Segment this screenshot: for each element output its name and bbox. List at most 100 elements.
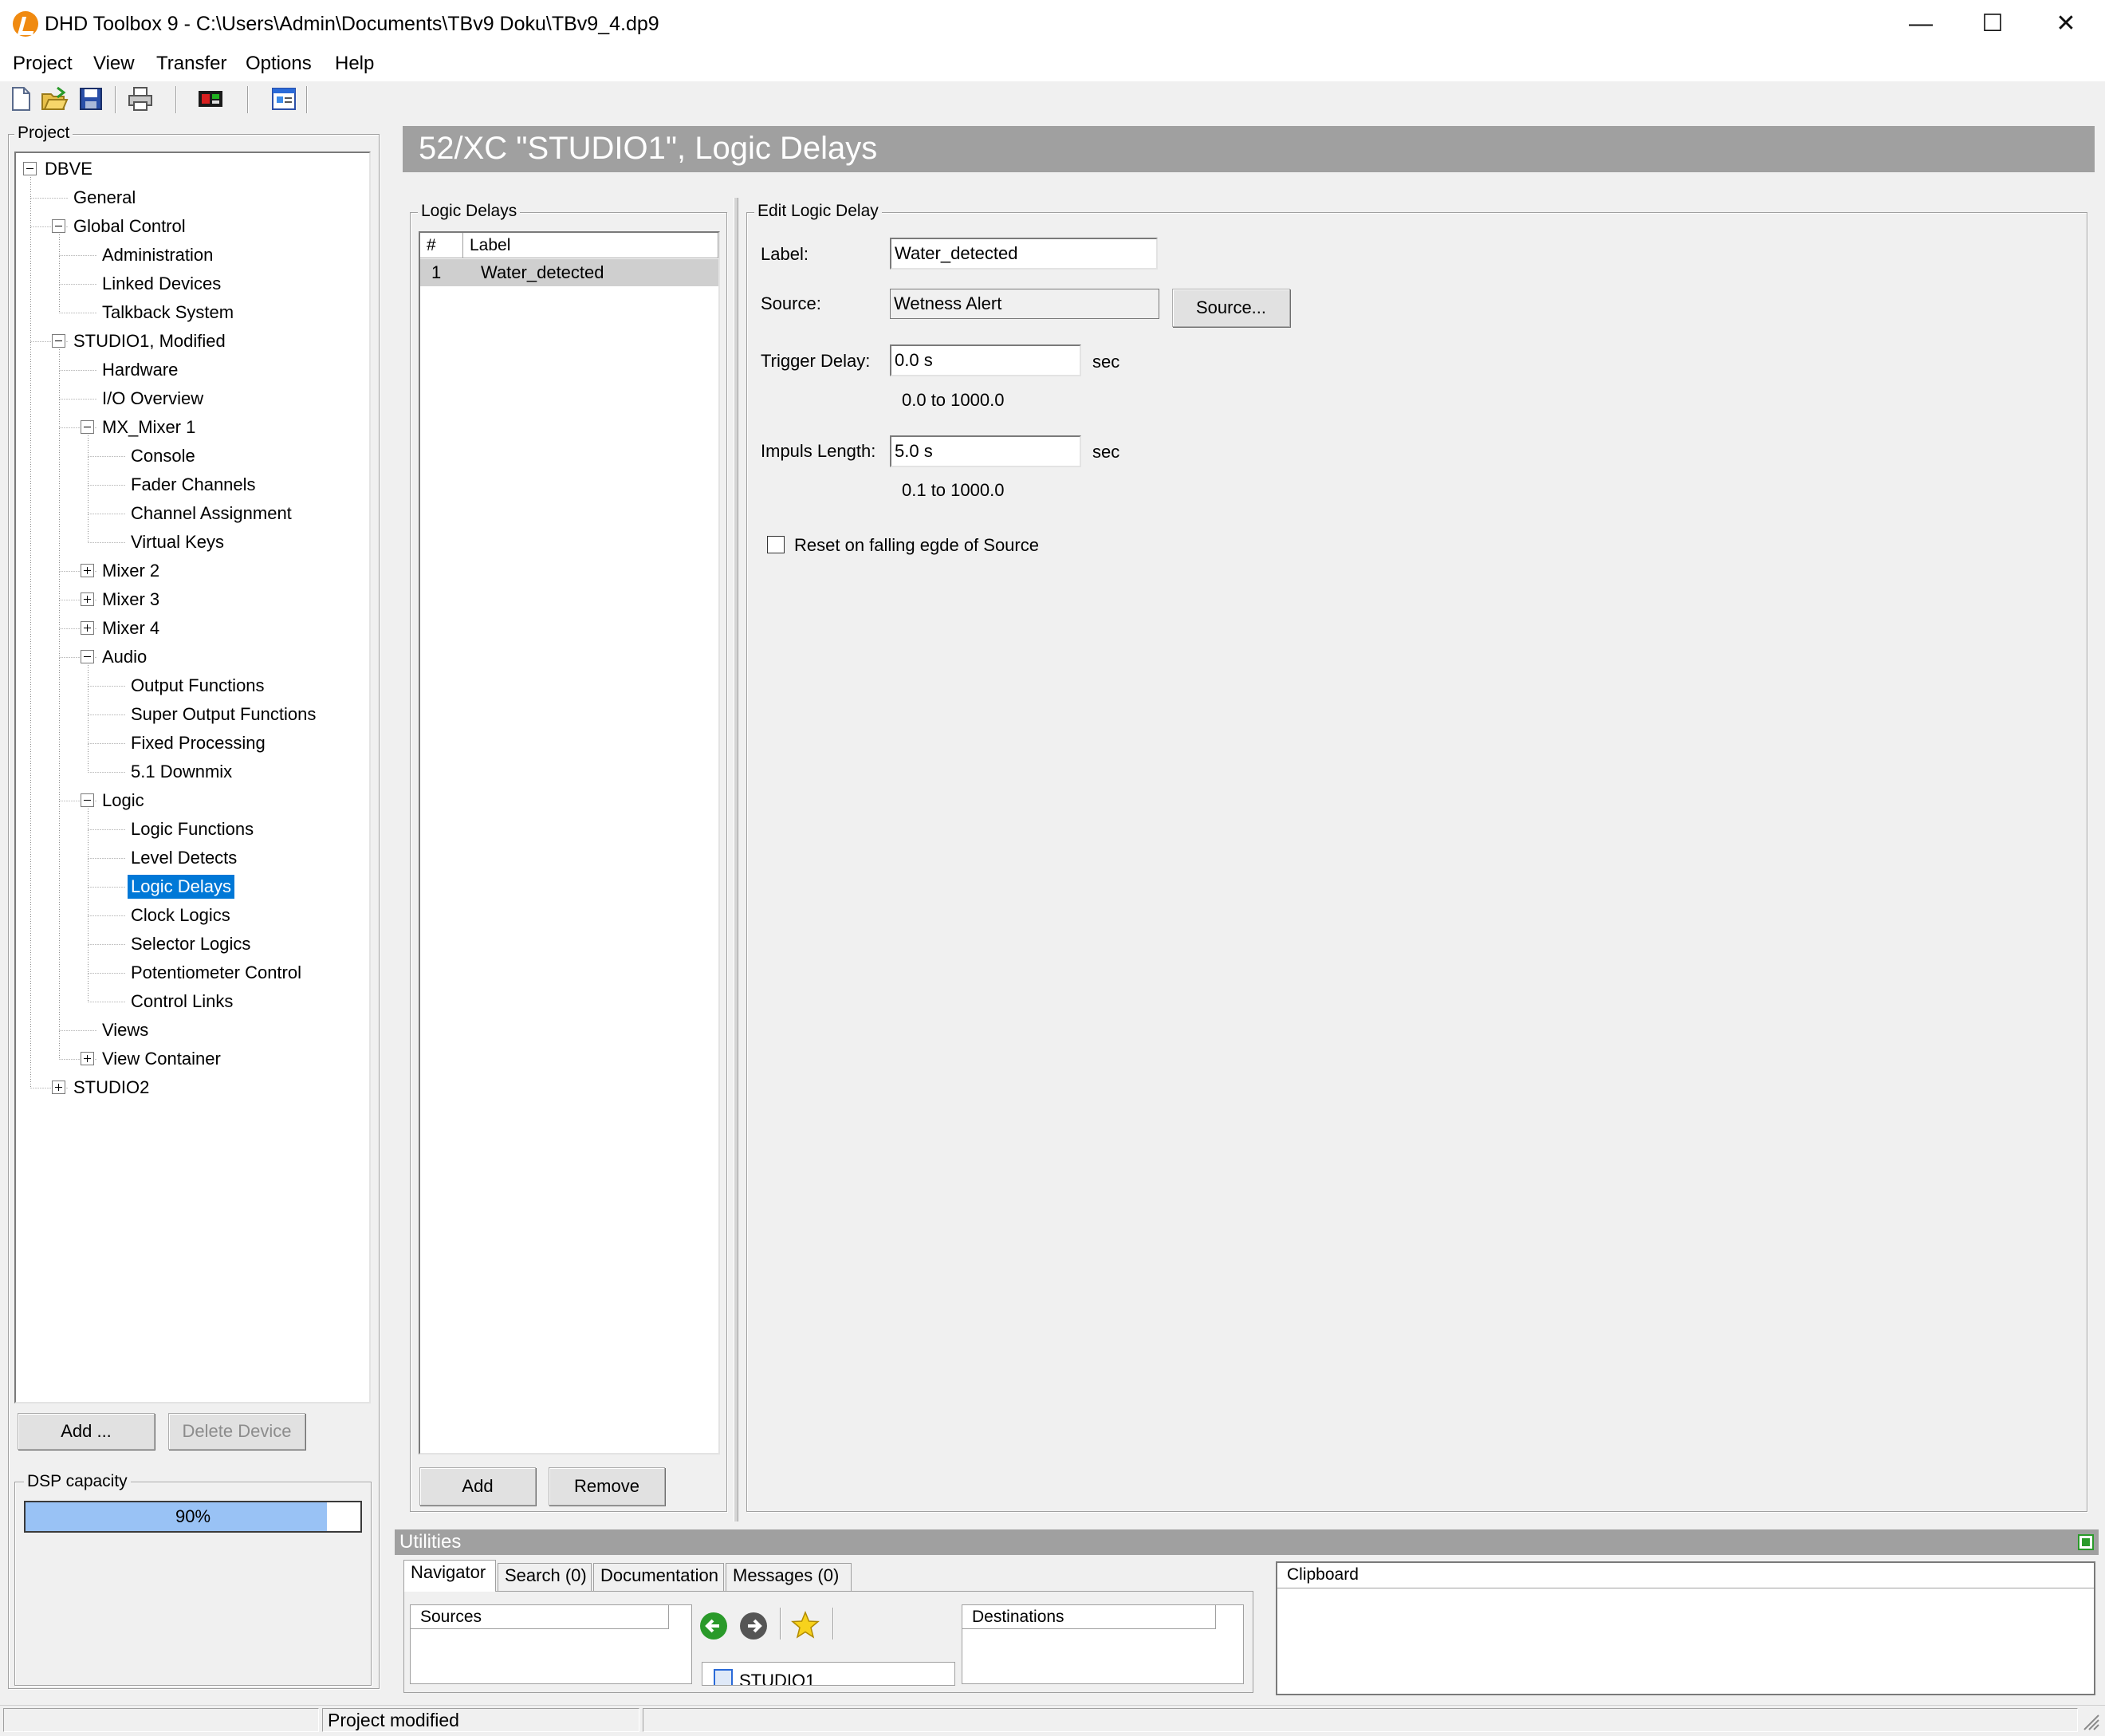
save-icon[interactable] [77, 85, 105, 113]
sources-header[interactable]: Sources [411, 1605, 669, 1629]
status-message: Project modified [322, 1708, 639, 1732]
tab-navigator[interactable]: Navigator [403, 1560, 496, 1592]
tree-item-control-links[interactable]: Control Links [128, 990, 236, 1014]
edit-logic-delay-group-label: Edit Logic Delay [754, 202, 882, 221]
tree-item-mixer-4[interactable]: Mixer 4 [99, 616, 163, 640]
tree-item-5-1-downmix[interactable]: 5.1 Downmix [128, 760, 235, 784]
panel-splitter[interactable] [734, 198, 738, 1521]
tree-item-general[interactable]: General [70, 186, 139, 210]
impulse-length-input[interactable]: 5.0 s [890, 435, 1081, 467]
tree-item-channel-assignment[interactable]: Channel Assignment [128, 502, 295, 526]
tree-item-fader-channels[interactable]: Fader Channels [128, 473, 259, 497]
tree-item-clock-logics[interactable]: Clock Logics [128, 903, 234, 927]
source-button[interactable]: Source... [1172, 289, 1290, 327]
tree-item-studio1-modified[interactable]: STUDIO1, Modified [70, 329, 229, 353]
remove-logic-delay-button[interactable]: Remove [549, 1467, 665, 1506]
menu-project[interactable]: Project [6, 53, 79, 75]
navigator-path-box[interactable]: STUDIO1 [702, 1662, 955, 1686]
tree-item-dbve[interactable]: DBVE [41, 157, 96, 181]
column-label-header[interactable]: Label [463, 233, 718, 258]
tree-item-linked-devices[interactable]: Linked Devices [99, 272, 224, 296]
logic-delays-list[interactable]: # Label 1 Water_detected [419, 231, 720, 1455]
collapse-icon[interactable] [52, 219, 65, 233]
minimize-button[interactable]: — [1885, 0, 1957, 49]
expand-icon[interactable] [81, 621, 94, 635]
tree-item-views[interactable]: Views [99, 1018, 151, 1042]
collapse-icon[interactable] [81, 793, 94, 807]
open-folder-icon[interactable] [40, 85, 69, 113]
resize-grip-icon[interactable] [2079, 1710, 2100, 1731]
collapse-icon[interactable] [81, 420, 94, 434]
menu-transfer[interactable]: Transfer [150, 53, 233, 75]
utilities-dock-icon[interactable] [2078, 1534, 2094, 1550]
tree-item-potentiometer-control[interactable]: Potentiometer Control [128, 961, 305, 985]
tab-messages[interactable]: Messages (0) [726, 1563, 852, 1592]
tab-search[interactable]: Search (0) [498, 1563, 592, 1592]
new-file-icon[interactable] [6, 85, 35, 113]
title-bar: DHD Toolbox 9 - C:\Users\Admin\Documents… [0, 0, 2105, 49]
destinations-list[interactable]: Destinations [962, 1604, 1244, 1684]
source-field: Wetness Alert [890, 289, 1159, 319]
tab-documentation[interactable]: Documentation [593, 1563, 724, 1592]
tree-item-audio[interactable]: Audio [99, 645, 150, 669]
tree-item-hardware[interactable]: Hardware [99, 358, 181, 382]
tree-item-studio2[interactable]: STUDIO2 [70, 1076, 152, 1100]
expand-icon[interactable] [81, 564, 94, 577]
tree-item-view-container[interactable]: View Container [99, 1047, 224, 1071]
maximize-button[interactable]: ☐ [1957, 0, 2028, 49]
close-button[interactable]: ✕ [2030, 0, 2102, 49]
impulse-length-unit: sec [1092, 442, 1120, 462]
device-icon[interactable] [196, 85, 225, 113]
window-title: DHD Toolbox 9 - C:\Users\Admin\Documents… [45, 13, 659, 35]
properties-icon[interactable] [270, 85, 298, 113]
tree-item-talkback-system[interactable]: Talkback System [99, 301, 237, 325]
expand-icon[interactable] [81, 1052, 94, 1065]
dsp-capacity-bar: 90% [24, 1501, 362, 1533]
reset-falling-edge-checkbox[interactable] [767, 536, 785, 553]
collapse-icon[interactable] [81, 650, 94, 663]
favorite-star-icon[interactable] [791, 1611, 820, 1640]
back-arrow-icon[interactable] [700, 1612, 727, 1640]
tree-item-selector-logics[interactable]: Selector Logics [128, 932, 254, 956]
tree-item-level-detects[interactable]: Level Detects [128, 846, 240, 870]
add-device-button[interactable]: Add ... [18, 1413, 155, 1450]
column-number-header[interactable]: # [420, 233, 463, 258]
expand-icon[interactable] [81, 592, 94, 606]
menu-help[interactable]: Help [329, 53, 380, 75]
add-logic-delay-button[interactable]: Add [419, 1467, 536, 1506]
tree-item-logic[interactable]: Logic [99, 789, 148, 813]
tree-item-fixed-processing[interactable]: Fixed Processing [128, 731, 269, 755]
collapse-icon[interactable] [52, 334, 65, 348]
trigger-delay-range: 0.0 to 1000.0 [902, 390, 1005, 410]
tree-item-mixer-3[interactable]: Mixer 3 [99, 588, 163, 612]
tree-item-i-o-overview[interactable]: I/O Overview [99, 387, 207, 411]
tree-item-global-control[interactable]: Global Control [70, 215, 189, 238]
tree-item-administration[interactable]: Administration [99, 243, 216, 267]
clipboard-header: Clipboard [1277, 1563, 2094, 1588]
print-icon[interactable] [126, 85, 155, 113]
tree-item-mx-mixer-1[interactable]: MX_Mixer 1 [99, 415, 199, 439]
clipboard-panel[interactable]: Clipboard [1276, 1561, 2095, 1695]
expand-icon[interactable] [52, 1081, 65, 1094]
menu-bar: Project View Transfer Options Help [0, 49, 2105, 81]
forward-arrow-icon[interactable] [740, 1612, 767, 1640]
tree-item-output-functions[interactable]: Output Functions [128, 674, 268, 698]
label-input[interactable]: Water_detected [890, 238, 1158, 270]
list-row[interactable]: 1 Water_detected [420, 259, 718, 286]
tree-item-super-output-functions[interactable]: Super Output Functions [128, 703, 319, 726]
menu-view[interactable]: View [87, 53, 141, 75]
tree-item-mixer-2[interactable]: Mixer 2 [99, 559, 163, 583]
project-tree[interactable]: DBVE General Global Control Administration L… [14, 152, 371, 1403]
tree-item-logic-delays[interactable]: Logic Delays [127, 874, 235, 899]
trigger-delay-input[interactable]: 0.0 s [890, 344, 1081, 376]
menu-options[interactable]: Options [239, 53, 318, 75]
tree-item-virtual-keys[interactable]: Virtual Keys [128, 530, 227, 554]
collapse-icon[interactable] [23, 162, 37, 175]
project-group-label: Project [14, 124, 73, 143]
sources-list[interactable]: Sources [410, 1604, 692, 1684]
tree-item-logic-functions[interactable]: Logic Functions [128, 817, 257, 841]
delete-device-button[interactable]: Delete Device [168, 1413, 305, 1450]
destinations-header[interactable]: Destinations [962, 1605, 1216, 1629]
status-bar: Project modified [0, 1705, 2105, 1734]
tree-item-console[interactable]: Console [128, 444, 199, 468]
